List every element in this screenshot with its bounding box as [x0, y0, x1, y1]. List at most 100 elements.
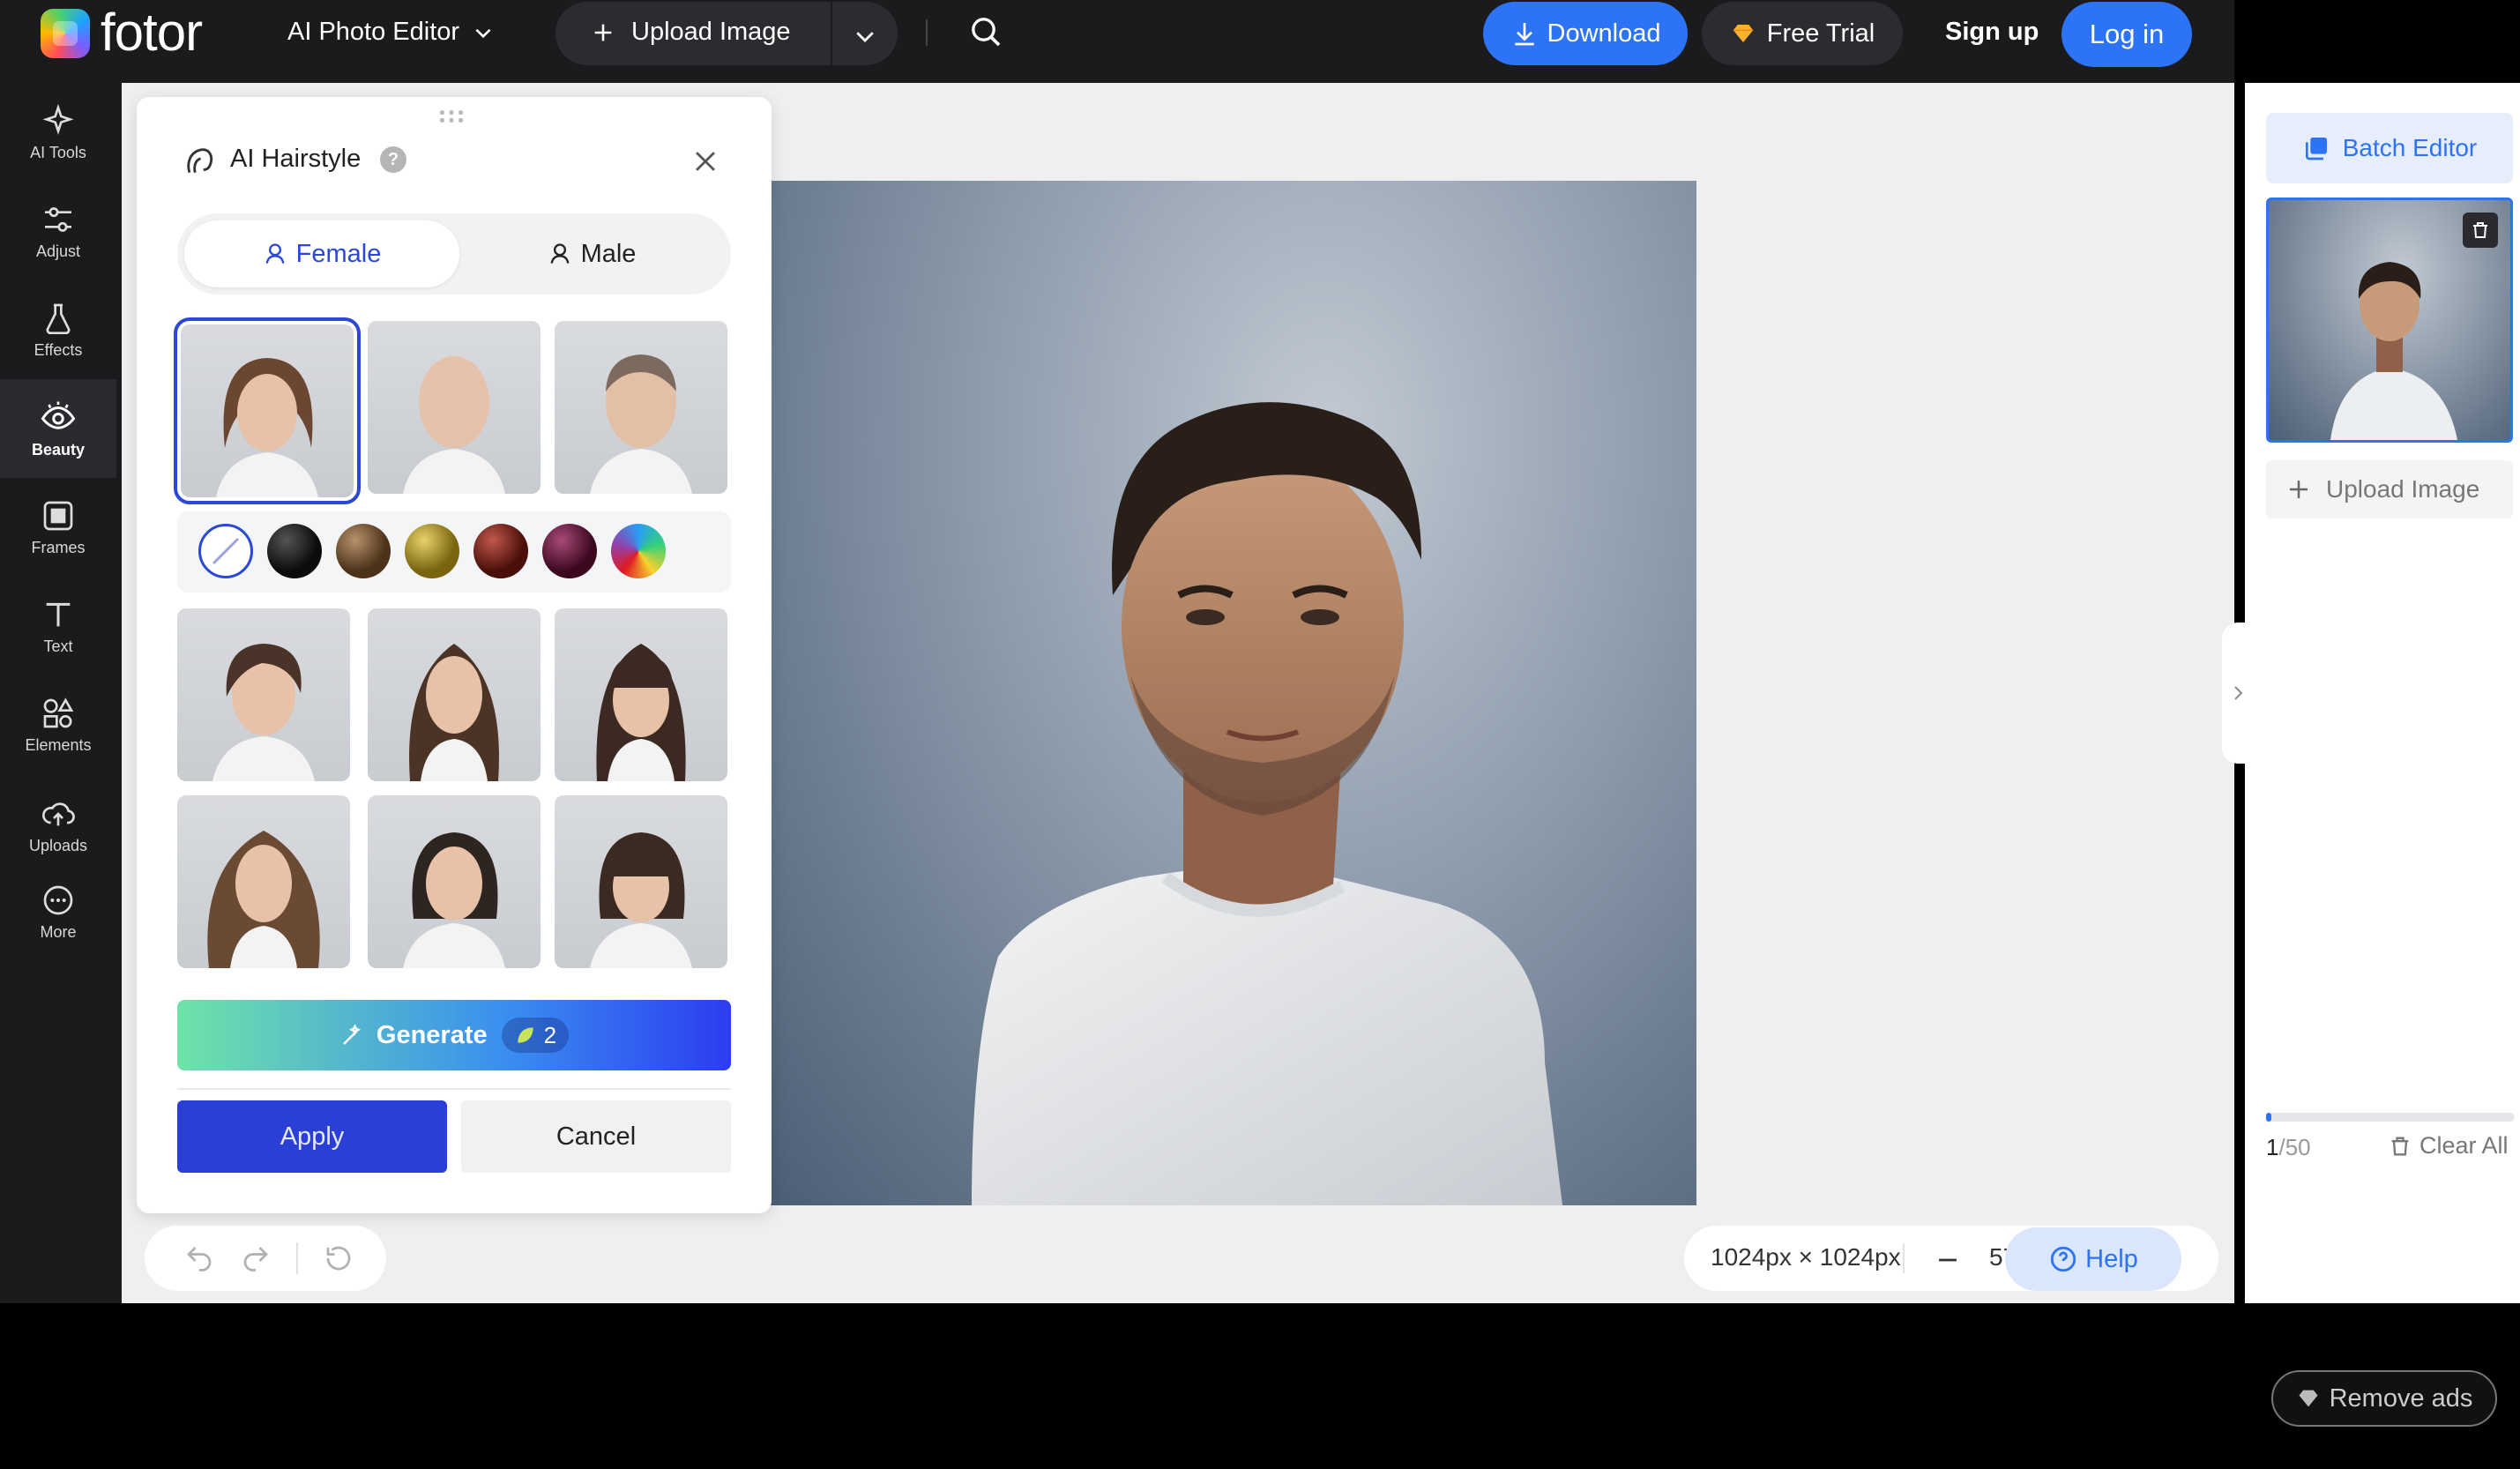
clear-all-label: Clear All	[2419, 1132, 2509, 1159]
credit-count: 2	[543, 1021, 557, 1048]
cancel-label: Cancel	[555, 1122, 637, 1151]
sign-up-link[interactable]: Sign up	[1945, 18, 2039, 47]
plus-icon	[2290, 481, 2308, 498]
reset-icon[interactable]	[323, 1242, 354, 1274]
diamond-icon	[2299, 1390, 2318, 1407]
hairstyle-option-original[interactable]	[174, 317, 361, 504]
undo-icon[interactable]	[183, 1242, 215, 1274]
generate-button[interactable]: Generate 2	[177, 1000, 731, 1070]
batch-count-current: 1	[2266, 1134, 2279, 1160]
sidebar-item-label: Effects	[34, 340, 83, 359]
help-label: Help	[2085, 1244, 2138, 1273]
eye-icon	[41, 401, 76, 429]
color-red-option[interactable]	[473, 524, 528, 578]
frame-icon	[43, 501, 73, 530]
download-button[interactable]: Download	[1483, 2, 1688, 65]
divider	[926, 19, 928, 46]
color-black-option[interactable]	[267, 524, 322, 578]
trash-icon	[2391, 1137, 2409, 1155]
remove-ads-button[interactable]: Remove ads	[2271, 1370, 2497, 1427]
cloud-upload-icon	[42, 802, 75, 825]
collapse-panel-button[interactable]	[2222, 623, 2254, 764]
hairstyle-option-bob[interactable]	[368, 795, 541, 968]
help-icon[interactable]: ?	[380, 146, 406, 173]
sidebar-item-label: More	[40, 922, 77, 941]
top-bar: fotor AI Photo Editor Upload Image Downl…	[0, 0, 2234, 83]
batch-progress-bar	[2266, 1113, 2515, 1122]
menu-label: AI Photo Editor	[287, 18, 460, 46]
credit-badge: 2	[501, 1018, 570, 1053]
male-icon	[550, 243, 570, 264]
hairstyle-option-bangs[interactable]	[555, 608, 727, 781]
color-burgundy-option[interactable]	[542, 524, 597, 578]
sidebar-item-label: Adjust	[35, 242, 81, 260]
sidebar-item-beauty[interactable]: Beauty	[0, 379, 116, 478]
sidebar-item-adjust[interactable]: Adjust	[0, 182, 116, 280]
hairstyle-option-pixie[interactable]	[177, 608, 350, 781]
canvas-size: 1024px × 1024px	[1711, 1243, 1901, 1271]
sidebar-item-frames[interactable]: Frames	[0, 478, 116, 577]
logo-text[interactable]: fotor	[101, 2, 203, 63]
fotor-logo-icon[interactable]	[41, 9, 90, 58]
divider	[296, 1242, 298, 1274]
left-sidebar: AI Tools Adjust Effects Beauty Frames Te…	[0, 83, 122, 1303]
hairstyle-option-long-straight[interactable]	[368, 608, 541, 781]
sidebar-item-label: Text	[43, 637, 73, 655]
hairstyle-option-buzz[interactable]	[555, 321, 727, 494]
ai-photo-editor-menu[interactable]: AI Photo Editor	[287, 18, 495, 47]
clear-all-button[interactable]: Clear All	[2388, 1132, 2509, 1160]
sidebar-item-label: Elements	[25, 735, 92, 754]
color-none-option[interactable]	[198, 524, 253, 578]
hairstyle-option-bob-bangs[interactable]	[555, 795, 727, 968]
tab-male[interactable]: Male	[459, 220, 724, 287]
upload-dropdown-icon[interactable]	[852, 23, 878, 49]
shapes-icon	[43, 697, 74, 727]
sliders-icon	[45, 206, 71, 232]
color-rainbow-option[interactable]	[611, 524, 666, 578]
sidebar-item-label: Frames	[31, 538, 86, 556]
generate-label: Generate	[376, 1020, 488, 1049]
portrait-illustration	[972, 402, 1562, 1205]
sidebar-item-text[interactable]: Text	[0, 577, 116, 675]
hairstyle-option-curly[interactable]	[177, 795, 350, 968]
sidebar-item-uploads[interactable]: Uploads	[0, 776, 116, 875]
sidebar-item-more[interactable]: More	[0, 862, 116, 961]
female-icon	[265, 243, 285, 264]
color-brown-option[interactable]	[336, 524, 391, 578]
more-icon	[43, 885, 73, 914]
search-icon[interactable]	[968, 14, 1003, 49]
apply-button[interactable]: Apply	[177, 1100, 447, 1173]
canvas-photo[interactable]	[769, 181, 1696, 1205]
chevron-down-icon	[475, 28, 491, 38]
right-panel: Batch Editor Upload Image 1/50 Clear All	[2245, 83, 2520, 1303]
image-thumbnail[interactable]	[2266, 198, 2513, 443]
diamond-icon	[1733, 25, 1753, 42]
batch-editor-button[interactable]: Batch Editor	[2266, 113, 2513, 183]
download-icon	[1514, 23, 1534, 46]
zoom-out-icon[interactable]	[1933, 1245, 1963, 1275]
upload-image-side-button[interactable]: Upload Image	[2266, 460, 2513, 518]
drag-handle-icon[interactable]	[438, 108, 465, 125]
divider	[1903, 1243, 1905, 1273]
close-icon[interactable]	[690, 146, 720, 176]
upload-image-side-label: Upload Image	[2326, 475, 2480, 503]
text-icon	[46, 602, 71, 626]
hairstyle-option-bald[interactable]	[368, 321, 541, 494]
color-gold-option[interactable]	[405, 524, 459, 578]
flask-icon	[46, 303, 71, 334]
redo-icon[interactable]	[240, 1242, 272, 1274]
log-in-button[interactable]: Log in	[2061, 2, 2192, 67]
upload-image-label: Upload Image	[631, 18, 791, 46]
tab-female[interactable]: Female	[184, 220, 459, 287]
sidebar-item-effects[interactable]: Effects	[0, 280, 116, 379]
question-circle-icon	[2051, 1246, 2076, 1272]
sidebar-item-elements[interactable]: Elements	[0, 675, 116, 774]
delete-thumbnail-button[interactable]	[2463, 213, 2498, 248]
remove-ads-label: Remove ads	[2329, 1383, 2473, 1413]
upload-image-label-wrap[interactable]: Upload Image	[591, 18, 791, 47]
help-button[interactable]: Help	[2005, 1227, 2181, 1291]
cancel-button[interactable]: Cancel	[461, 1100, 731, 1173]
free-trial-button[interactable]: Free Trial	[1702, 2, 1903, 65]
sidebar-item-ai-tools[interactable]: AI Tools	[0, 83, 116, 182]
leaf-icon	[517, 1027, 533, 1043]
